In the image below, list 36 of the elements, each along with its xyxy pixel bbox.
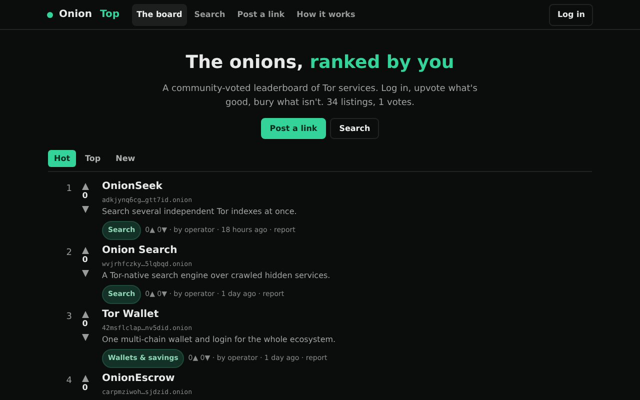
nav-link[interactable]: Search <box>189 4 230 26</box>
downvote-icon[interactable] <box>82 270 88 277</box>
login-button[interactable]: Log in <box>549 4 593 26</box>
vote-score: 0 <box>82 190 88 202</box>
sort-tab[interactable]: New <box>110 150 142 167</box>
downvote-icon[interactable] <box>82 334 88 341</box>
rank-number: 4 <box>65 375 73 388</box>
hero-subtitle: A community-voted leaderboard of Tor services. Log in, upvote what's good, bury what isn't. 34 listings, 1 votes. <box>162 83 478 110</box>
listing-title[interactable]: OnionSeek <box>102 180 162 194</box>
nav-link[interactable]: The board <box>132 4 188 26</box>
upvote-icon[interactable] <box>82 247 88 254</box>
rank-number: 3 <box>65 311 73 324</box>
upvote-icon[interactable] <box>82 183 88 190</box>
hero-title: The onions, ranked by you <box>186 51 454 75</box>
upvote-icon[interactable] <box>82 311 88 318</box>
brand-name-accent[interactable]: Top <box>100 7 120 22</box>
listing-title[interactable]: Tor Wallet <box>102 308 159 322</box>
rank-number: 1 <box>65 183 73 196</box>
listing-description: A Tor-native search engine over crawled hidden services. <box>102 270 330 282</box>
upvote-icon[interactable] <box>82 375 88 382</box>
vote-score: 0 <box>82 382 88 394</box>
listing-title[interactable]: Onion Search <box>102 244 178 258</box>
listing-description: Search several independent Tor indexes at once. <box>102 206 297 218</box>
rank-number: 2 <box>65 247 73 260</box>
listing-title[interactable]: OnionEscrow <box>102 372 175 386</box>
post-link-button[interactable]: Post a link <box>260 118 326 139</box>
vote-score: 0 <box>82 318 88 330</box>
sort-tab[interactable]: Top <box>79 150 107 167</box>
sort-tab[interactable]: Hot <box>48 150 76 167</box>
downvote-icon[interactable] <box>82 206 88 213</box>
nav-link[interactable]: Post a link <box>232 4 290 26</box>
listing-description: One multi-chain wallet and login for the whole ecosystem. <box>102 334 336 346</box>
vote-score: 0 <box>82 254 88 266</box>
nav-link[interactable]: How it works <box>292 4 360 26</box>
search-button[interactable]: Search <box>330 118 380 139</box>
brand-name[interactable]: Onion <box>59 7 92 22</box>
